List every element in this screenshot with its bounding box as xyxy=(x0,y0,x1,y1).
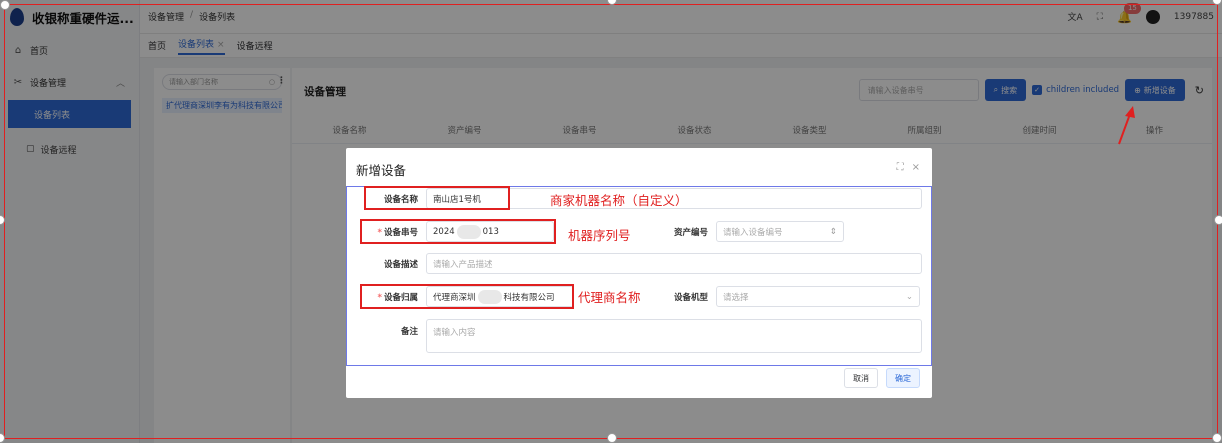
form-row-asset: 资产编号 请输入设备编号 ⇕ xyxy=(664,221,844,242)
asset-no-placeholder: 请输入设备编号 xyxy=(723,227,783,238)
annotation-name-note: 商家机器名称（自定义） xyxy=(550,193,688,208)
device-model-label: 设备机型 xyxy=(673,292,708,303)
device-desc-label: 设备描述 xyxy=(383,259,418,270)
resize-handle[interactable] xyxy=(0,0,10,10)
close-icon[interactable]: × xyxy=(912,162,920,173)
form-row-remark: 备注 请输入内容 xyxy=(356,319,922,353)
resize-handle[interactable] xyxy=(1214,215,1222,225)
fullscreen-icon[interactable]: ⛶ xyxy=(897,162,904,173)
remark-label: 备注 xyxy=(400,327,418,337)
cancel-button[interactable]: 取消 xyxy=(844,368,878,388)
dialog-title: 新增设备 xyxy=(356,163,407,178)
annotation-box-name xyxy=(364,186,510,210)
desc-placeholder: 请输入产品描述 xyxy=(433,259,493,270)
form-row-model: 设备机型 请选择 ⌄ xyxy=(664,286,920,307)
chevron-down-icon: ⌄ xyxy=(905,291,913,302)
resize-handle[interactable] xyxy=(1212,433,1222,443)
annotation-box-serial xyxy=(360,219,556,244)
confirm-button[interactable]: 确定 xyxy=(886,368,920,388)
stepper-icon[interactable]: ⇕ xyxy=(830,227,837,237)
remark-textarea[interactable]: 请输入内容 xyxy=(426,319,922,353)
asset-no-stepper[interactable]: 请输入设备编号 ⇕ xyxy=(716,221,844,242)
device-desc-input[interactable]: 请输入产品描述 xyxy=(426,253,922,274)
form-row-desc: 设备描述 请输入产品描述 xyxy=(356,253,922,274)
device-model-select[interactable]: 请选择 ⌄ xyxy=(716,286,920,307)
dialog-controls: ⛶ × xyxy=(897,162,920,173)
dialog-footer: 取消 确定 xyxy=(844,368,920,388)
add-device-dialog: 新增设备 ⛶ × 设备名称 南山店1号机 * 设备串号 2024 013 资产编号… xyxy=(346,148,932,398)
resize-handle[interactable] xyxy=(607,433,617,443)
annotation-owner-note: 代理商名称 xyxy=(578,290,641,305)
annotation-serial-note: 机器序列号 xyxy=(568,228,631,243)
annotation-arrow-icon xyxy=(1118,106,1135,145)
remark-placeholder: 请输入内容 xyxy=(433,328,476,338)
asset-no-label: 资产编号 xyxy=(673,227,708,238)
model-placeholder: 请选择 xyxy=(723,292,749,303)
annotation-box-owner xyxy=(360,284,574,309)
